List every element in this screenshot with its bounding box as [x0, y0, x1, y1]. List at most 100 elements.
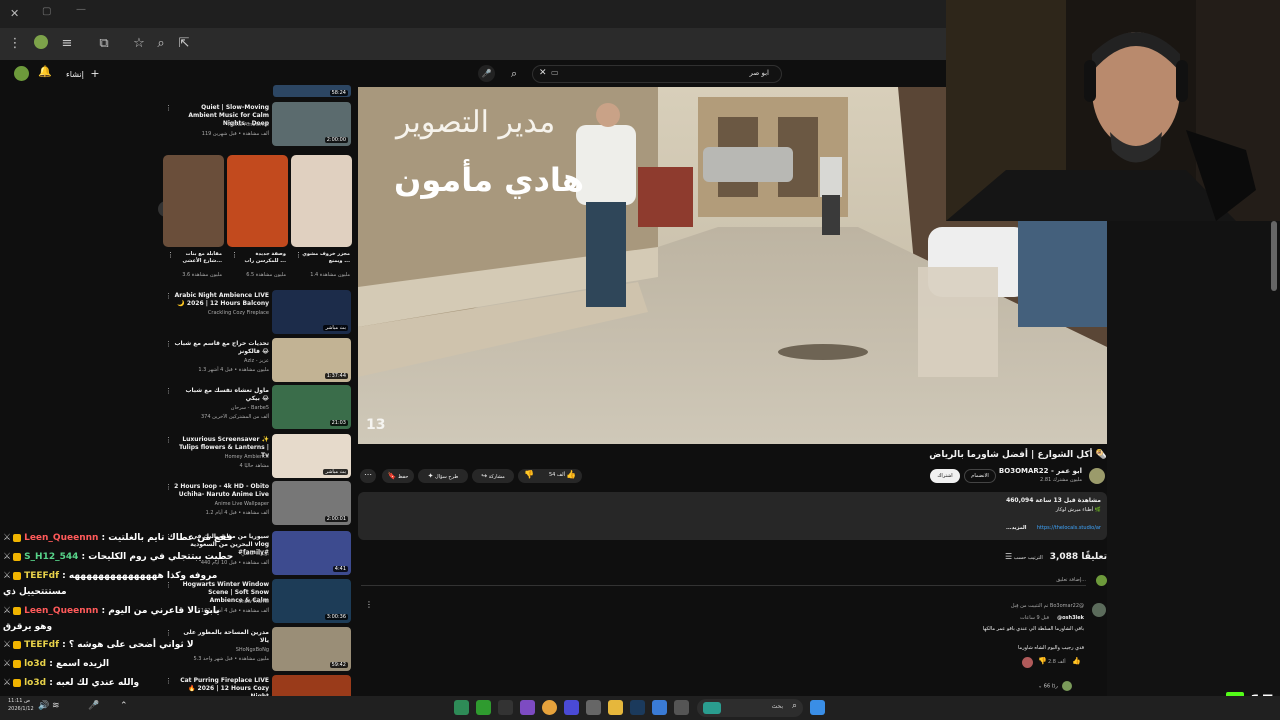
channel-name[interactable]: Snow Frame [173, 599, 269, 605]
folder-icon[interactable] [608, 700, 623, 715]
channel-name[interactable]: Homey Ambience [173, 454, 269, 460]
more-icon[interactable]: ⋮ [295, 251, 302, 259]
more-icon[interactable]: ⋮ [165, 677, 172, 685]
short-thumbnail[interactable] [227, 155, 288, 247]
more-icon[interactable]: ⋮ [165, 629, 172, 637]
keyboard-icon[interactable]: ▭ [551, 68, 559, 77]
comment-author[interactable]: @osh3lek [1057, 615, 1084, 621]
short-thumbnail[interactable] [163, 155, 224, 247]
browser-menu-icon[interactable]: ⋮ [6, 35, 24, 53]
video-thumbnail[interactable]: 2:00:00 [272, 102, 351, 146]
share-button[interactable]: ↪ مشاركة [472, 469, 514, 483]
channel-name[interactable]: Anime Live Wallpaper [173, 501, 269, 507]
comment-dislike-icon[interactable]: 👎 [1038, 657, 1047, 665]
app-icon-4[interactable] [564, 700, 579, 715]
subscribe-button[interactable]: اشتراك [930, 469, 960, 483]
playlist-icon[interactable]: ≡ [58, 35, 76, 53]
video-thumbnail[interactable]: 3:00:36 [272, 579, 351, 623]
short-card[interactable]: وصفة جديدة للمكرسن راب ... 6.5 مليون مشاه… [227, 155, 288, 283]
channel-name[interactable]: Crackling Cozy Fireplace [173, 310, 269, 316]
channel-name[interactable]: BO3OMAR22 - ابو عمر [999, 467, 1082, 475]
video-thumbnail[interactable]: بث مباشر [272, 290, 351, 334]
video-title[interactable]: تحديات حراج مع قاسم مع شباب فالكونز 😂 [173, 340, 269, 356]
chat-username[interactable]: TEEFdf [24, 640, 59, 650]
video-title[interactable]: ماول تعشاه تفسك مع شباب بيكي 😂 [173, 387, 269, 403]
add-comment-input[interactable]: إضافة تعليق... [361, 577, 1086, 586]
more-actions-icon[interactable]: ⋯ [360, 469, 376, 483]
more-icon[interactable]: ⋮ [165, 340, 172, 348]
wifi-icon[interactable]: ≋ [52, 701, 60, 711]
short-thumbnail[interactable] [291, 155, 352, 247]
channel-name[interactable]: Astral Ambience [173, 122, 269, 128]
mic-icon[interactable]: 🎤 [88, 701, 99, 711]
volume-icon[interactable]: 🔊 [38, 701, 49, 711]
chat-username[interactable]: lo3d [24, 659, 46, 669]
create-button[interactable]: إنشاء + [66, 67, 100, 80]
app-icon-5[interactable] [586, 700, 601, 715]
install-app-icon[interactable]: ⇱ [175, 35, 193, 53]
more-icon[interactable]: ⋮ [165, 387, 172, 395]
channel-name[interactable]: سرحان - Barbe5 [173, 405, 269, 411]
comment-like-icon[interactable]: 👍 [1072, 657, 1081, 665]
video-thumbnail[interactable]: 1:37:44 [272, 338, 351, 382]
recommended-video-card[interactable]: بث مباشر Luxurious Screensaver ✨ Tulips f… [163, 434, 353, 479]
video-title[interactable]: 2 Hours loop - 4k HD - Obito Uchiha- Nar… [173, 483, 269, 499]
bookmark-star-icon[interactable]: ☆ [130, 35, 148, 53]
video-thumbnail[interactable]: بث مباشر [272, 434, 351, 478]
profile-icon[interactable] [32, 35, 50, 53]
video-thumbnail[interactable]: 4:41 [272, 531, 351, 575]
video-title[interactable]: Arabic Night Ambience LIVE 🌙 2026 | 12 H… [173, 292, 269, 308]
chat-username[interactable]: S_H12_544 [24, 552, 78, 562]
minimize-window-icon[interactable]: — [76, 4, 86, 15]
app-icon-6[interactable] [652, 700, 667, 715]
description-box[interactable]: 460,094 مشاهدة قبل 13 ساعة أطباء ميرش لو… [358, 492, 1107, 540]
zoom-icon[interactable]: ⌕ [152, 35, 170, 53]
recommended-video-card[interactable]: 2:00:01 2 Hours loop - 4k HD - Obito Uchi… [163, 481, 353, 526]
video-thumbnail[interactable]: 2:00:01 [272, 481, 351, 525]
recommended-video-card[interactable]: بث مباشر Arabic Night Ambience LIVE 🌙 202… [163, 290, 353, 335]
prev-video-partial[interactable]: 58:24 [273, 85, 351, 97]
chat-username[interactable]: Leen_Queennn [24, 533, 98, 543]
chat-username[interactable]: TEEFdf [24, 571, 59, 581]
chrome-icon[interactable] [542, 700, 557, 715]
save-button[interactable]: 🔖 حفظ [382, 469, 414, 483]
taskbar-clock[interactable]: 11:11 ص [8, 698, 30, 704]
short-title[interactable]: وصفة جديدة للمكرسن راب ... [236, 251, 286, 265]
more-icon[interactable]: ⋮ [165, 292, 172, 300]
video-thumbnail[interactable]: 21:03 [272, 385, 351, 429]
join-button[interactable]: الانضمام [964, 469, 996, 483]
more-icon[interactable]: ⋮ [165, 104, 172, 112]
channel-avatar[interactable] [1089, 468, 1105, 484]
recommended-video-card[interactable]: 21:03 ماول تعشاه تفسك مع شباب بيكي 😂 سرحان… [163, 385, 353, 430]
windows-start-icon[interactable] [810, 700, 825, 715]
replies-toggle[interactable]: ⌄ 66 ردًا [1038, 681, 1073, 691]
sort-button[interactable]: ☰ الترتيب حسب [1005, 552, 1043, 561]
avatar[interactable] [14, 66, 29, 81]
video-thumbnail[interactable]: 59:42 [272, 627, 351, 671]
short-card[interactable]: مقابلة مع بنات شارع الأعشى... 3.6 مليون م… [163, 155, 224, 283]
tray-chevron-icon[interactable]: ⌃ [120, 701, 128, 711]
short-card[interactable]: مجزر خروف مشوي ويمنع ... 1.4 مليون مشاهدة… [291, 155, 352, 283]
short-title[interactable]: مقابلة مع بنات شارع الأعشى... [172, 251, 222, 265]
more-icon[interactable]: ⋮ [165, 436, 172, 444]
recommended-video-card[interactable]: 1:37:44 تحديات حراج مع قاسم مع شباب فالكو… [163, 338, 353, 383]
close-window-icon[interactable]: ✕ [10, 7, 19, 20]
app-icon-kick[interactable] [498, 700, 513, 715]
chat-username[interactable]: Leen_Queennn [24, 606, 98, 616]
more-icon[interactable]: ⋮ [167, 251, 174, 259]
xbox-icon[interactable] [476, 700, 491, 715]
description-more[interactable]: ...المزيد [1006, 525, 1027, 531]
channel-name[interactable]: Aziz - عزيز [173, 358, 269, 364]
extensions-icon[interactable]: ⧉ [95, 35, 113, 53]
comment-menu-icon[interactable]: ⋮ [365, 600, 373, 609]
voice-search-icon[interactable]: 🎤 [478, 65, 495, 82]
search-icon[interactable]: ⌕ [511, 67, 517, 81]
short-title[interactable]: مجزر خروف مشوي ويمنع ... [300, 251, 350, 265]
scrollbar[interactable] [1271, 221, 1277, 291]
chat-username[interactable]: lo3d [24, 678, 46, 688]
like-icon[interactable]: 👍 [566, 470, 576, 479]
notifications-icon[interactable]: 🔔 [38, 65, 52, 78]
restore-window-icon[interactable]: ▢ [42, 6, 51, 17]
more-icon[interactable]: ⋮ [165, 581, 172, 589]
steam-icon[interactable] [630, 700, 645, 715]
